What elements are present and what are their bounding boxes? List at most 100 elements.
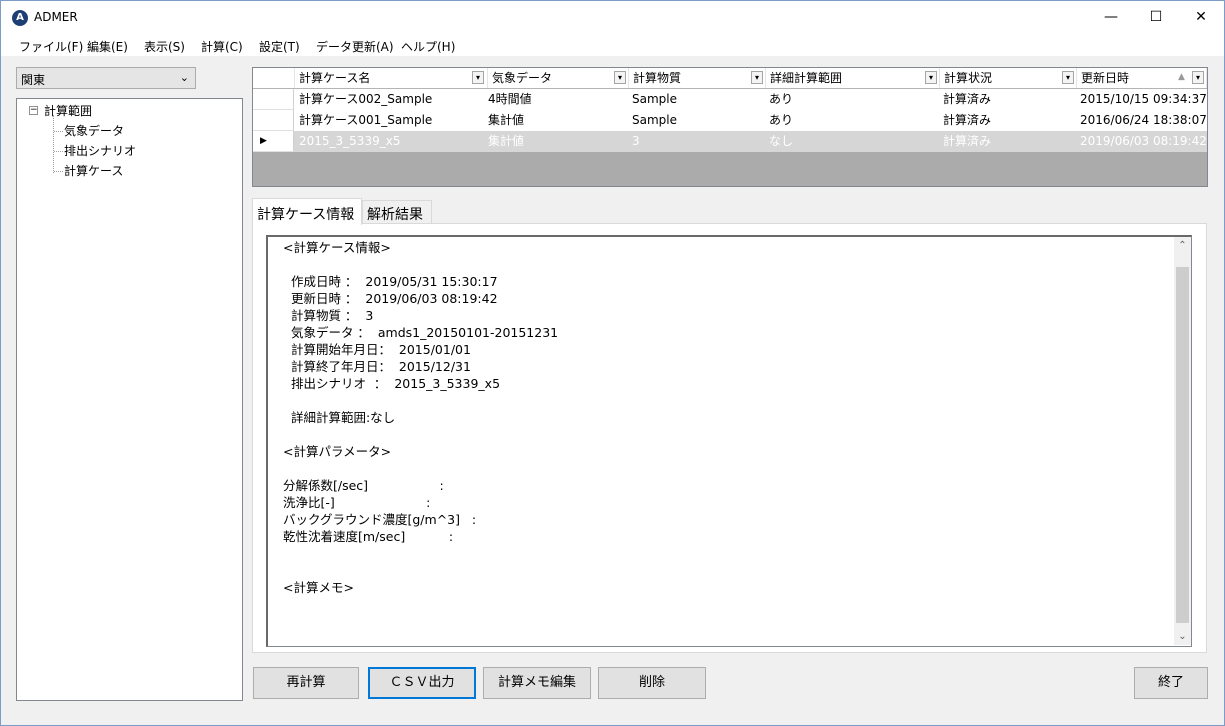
tree-connector	[53, 115, 54, 173]
case-info-text: <計算ケース情報> 作成日時 ： 2019/05/31 15:30:17 更新日…	[283, 239, 1163, 596]
tab-analysis-results[interactable]: 解析結果	[362, 200, 432, 224]
menu-file[interactable]: ファイル(F)	[19, 38, 83, 55]
tree-node-emission-scenario[interactable]: 排出シナリオ	[64, 142, 136, 159]
info-line: 更新日時 ： 2019/06/03 08:19:42	[283, 291, 498, 306]
cell-case-name: 計算ケース002_Sample	[299, 92, 433, 106]
navigation-tree: − 計算範囲 気象データ 排出シナリオ 計算ケース	[16, 98, 243, 701]
column-header-weather[interactable]: 気象データ	[488, 68, 629, 88]
column-header-case-name[interactable]: 計算ケース名	[295, 68, 488, 88]
cell-substance: Sample	[632, 92, 677, 106]
scroll-up-icon[interactable]: ⌃	[1174, 237, 1191, 254]
cell-case-name: 計算ケース001_Sample	[299, 113, 433, 127]
info-line: <計算ケース情報>	[283, 240, 391, 255]
window-title: ADMER	[34, 10, 78, 24]
info-line: <計算メモ>	[283, 580, 354, 595]
menu-view[interactable]: 表示(S)	[144, 38, 185, 55]
menu-edit[interactable]: 編集(E)	[87, 38, 128, 55]
cell-weather: 集計値	[488, 134, 525, 148]
cell-calc-status: 計算済み	[943, 113, 992, 127]
cell-weather: 4時間値	[488, 92, 532, 106]
column-header-updated[interactable]: 更新日時	[1077, 68, 1207, 88]
info-line: 計算開始年月日： 2015/01/01	[283, 342, 471, 357]
info-line: 乾性沈着速度[m/sec] :	[283, 529, 454, 544]
info-line: 作成日時 ： 2019/05/31 15:30:17	[283, 274, 498, 289]
tab-case-info[interactable]: 計算ケース情報	[252, 198, 362, 225]
info-line	[283, 545, 1163, 562]
edit-memo-button[interactable]: 計算メモ編集	[483, 667, 591, 699]
table-row-selected[interactable]: ▶ 2015_3_5339_x5 集計値 3 なし 計算済み 2019/06/0…	[253, 131, 1207, 152]
table-row[interactable]: 計算ケース002_Sample 4時間値 Sample あり 計算済み 2015…	[253, 89, 1207, 110]
info-line	[283, 426, 1163, 443]
vertical-scrollbar[interactable]: ⌃ ⌄	[1174, 237, 1191, 645]
filter-dropdown-icon[interactable]: ▾	[925, 71, 937, 84]
tree-node-calc-case[interactable]: 計算ケース	[64, 162, 123, 179]
tree-connector	[54, 151, 63, 152]
grid-corner	[253, 68, 295, 88]
menu-settings[interactable]: 設定(T)	[259, 38, 300, 55]
csv-export-button[interactable]: ＣＳＶ出力	[368, 667, 476, 699]
tree-connector	[54, 171, 63, 172]
tree-connector	[54, 131, 63, 132]
info-line: 気象データ ： amds1_20150101-20151231	[283, 325, 559, 340]
info-line	[283, 562, 1163, 579]
cell-calc-status: 計算済み	[943, 134, 992, 148]
cell-substance: 3	[632, 134, 640, 148]
cell-substance: Sample	[632, 113, 677, 127]
case-info-textarea[interactable]: <計算ケース情報> 作成日時 ： 2019/05/31 15:30:17 更新日…	[266, 235, 1192, 647]
info-line	[283, 392, 1163, 409]
info-line: 排出シナリオ ： 2015_3_5339_x5	[283, 376, 501, 391]
filter-dropdown-icon[interactable]: ▾	[472, 71, 484, 84]
column-header-detail-range[interactable]: 詳細計算範囲	[766, 68, 940, 88]
cell-updated: 2016/06/24 18:38:07	[1080, 113, 1207, 127]
collapse-icon[interactable]: −	[29, 106, 38, 115]
info-line	[283, 256, 1163, 273]
scroll-thumb[interactable]	[1176, 267, 1189, 623]
row-header[interactable]: ▶	[253, 131, 294, 152]
tree-node-weather-data[interactable]: 気象データ	[64, 122, 124, 139]
filter-dropdown-icon[interactable]: ▾	[614, 71, 626, 84]
info-line: 計算終了年月日： 2015/12/31	[283, 359, 471, 374]
scroll-down-icon[interactable]: ⌄	[1174, 628, 1191, 645]
menu-help[interactable]: ヘルプ(H)	[401, 38, 455, 55]
delete-button[interactable]: 削除	[598, 667, 706, 699]
menu-bar: ファイル(F) 編集(E) 表示(S) 計算(C) 設定(T) データ更新(A)…	[1, 34, 1224, 56]
cell-updated: 2019/06/03 08:19:42	[1080, 134, 1207, 148]
minimize-button[interactable]: —	[1088, 1, 1134, 34]
cell-detail-range: あり	[769, 92, 794, 106]
region-select-value: 関東	[21, 73, 46, 87]
maximize-button[interactable]: ☐	[1133, 1, 1179, 34]
region-select[interactable]: 関東 ⌄	[16, 67, 196, 89]
cell-case-name: 2015_3_5339_x5	[299, 134, 401, 148]
filter-dropdown-icon[interactable]: ▾	[1192, 71, 1204, 84]
info-line: 洗浄比[-] :	[283, 495, 431, 510]
info-line	[283, 460, 1163, 477]
table-row[interactable]: 計算ケース001_Sample 集計値 Sample あり 計算済み 2016/…	[253, 110, 1207, 131]
info-line: バックグラウンド濃度[g/m^3] :	[283, 512, 477, 527]
column-header-calc-status[interactable]: 計算状況	[940, 68, 1077, 88]
title-bar: A ADMER — ☐ ✕	[1, 1, 1224, 34]
info-line: 詳細計算範囲:なし	[283, 410, 396, 425]
menu-calc[interactable]: 計算(C)	[201, 38, 243, 55]
menu-data-update[interactable]: データ更新(A)	[316, 38, 394, 55]
cell-calc-status: 計算済み	[943, 92, 992, 106]
app-window: A ADMER — ☐ ✕ ファイル(F) 編集(E) 表示(S) 計算(C) …	[0, 0, 1225, 726]
cell-weather: 集計値	[488, 113, 525, 127]
info-line: 分解係数[/sec] :	[283, 478, 444, 493]
recalculate-button[interactable]: 再計算	[253, 667, 359, 699]
cell-updated: 2015/10/15 09:34:37	[1080, 92, 1207, 106]
chevron-down-icon: ⌄	[179, 71, 189, 84]
tree-node-calc-range[interactable]: 計算範囲	[44, 102, 92, 119]
close-button[interactable]: ✕	[1178, 1, 1224, 34]
column-header-substance[interactable]: 計算物質	[629, 68, 766, 88]
info-line: <計算パラメータ>	[283, 444, 392, 459]
row-header[interactable]	[253, 110, 294, 131]
grid-header: 計算ケース名 ▾ 気象データ ▾ 計算物質 ▾ 詳細計算範囲 ▾ 計算状況 ▾ …	[253, 68, 1207, 89]
case-info-panel: <計算ケース情報> 作成日時 ： 2019/05/31 15:30:17 更新日…	[252, 223, 1207, 653]
app-logo-icon: A	[12, 10, 28, 26]
row-header[interactable]	[253, 89, 294, 110]
filter-dropdown-icon[interactable]: ▾	[751, 71, 763, 84]
calc-case-grid: 計算ケース名 ▾ 気象データ ▾ 計算物質 ▾ 詳細計算範囲 ▾ 計算状況 ▾ …	[252, 67, 1208, 187]
cell-detail-range: なし	[769, 134, 794, 148]
exit-button[interactable]: 終了	[1134, 667, 1208, 699]
filter-dropdown-icon[interactable]: ▾	[1062, 71, 1074, 84]
